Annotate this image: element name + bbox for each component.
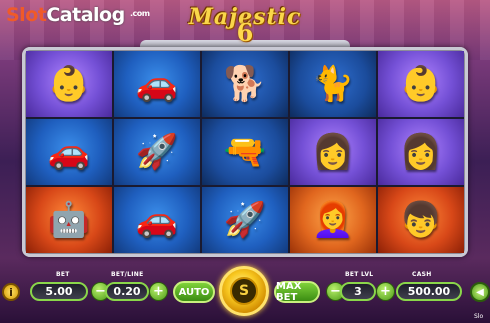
reel-cell-car: 🚗 xyxy=(114,187,200,253)
rocket-icon: 🚀 xyxy=(223,200,267,240)
spin-icon: S xyxy=(230,277,258,305)
robot-dog-icon: 🐕 xyxy=(223,64,267,104)
reel-cell-purple-hair-girl: 👩 xyxy=(378,119,464,185)
red-hair-heroine-icon: 👩‍🦰 xyxy=(311,200,355,240)
rocket-icon: 🚀 xyxy=(135,132,179,172)
reel-cell-car: 🚗 xyxy=(114,51,200,117)
baby-icon: 👶 xyxy=(47,64,91,104)
max-bet-button[interactable]: MAX BET xyxy=(274,281,320,303)
game-logo: Majestic 6 xyxy=(170,2,320,47)
reel-cell-rocket: 🚀 xyxy=(202,187,288,253)
car-icon: 🚗 xyxy=(135,64,179,104)
siamese-cat-icon: 🐈 xyxy=(311,64,355,104)
betline-label: BET/LINE xyxy=(111,271,144,278)
orange-hair-boy-icon: 👦 xyxy=(399,200,443,240)
purple-hair-girl-icon: 👩 xyxy=(399,132,443,172)
auto-button[interactable]: AUTO xyxy=(173,281,215,303)
watermark-part1: Slot xyxy=(6,4,47,26)
betline-value-field: 0.20 xyxy=(105,282,149,301)
betlvl-label: BET LVL xyxy=(345,271,374,278)
watermark: SlotCatalog .com xyxy=(6,4,150,26)
watermark-suffix: .com xyxy=(130,9,150,18)
reel-cell-car: 🚗 xyxy=(26,119,112,185)
reel-cell-purple-hair-girl: 👩 xyxy=(290,119,376,185)
car-icon: 🚗 xyxy=(47,132,91,172)
bet-label: BET xyxy=(56,271,70,278)
purple-hair-girl-icon: 👩 xyxy=(311,132,355,172)
spin-button[interactable]: S xyxy=(219,266,269,316)
reel-cell-ray-gun: 🔫 xyxy=(202,119,288,185)
baby-icon: 👶 xyxy=(399,64,443,104)
watermark-part2: Catalog xyxy=(46,4,125,26)
info-icon[interactable]: i xyxy=(2,283,20,301)
reel-cell-red-hair-heroine: 👩‍🦰 xyxy=(290,187,376,253)
reel-cell-siamese-cat: 🐈 xyxy=(290,51,376,117)
cash-label: CASH xyxy=(412,271,432,278)
reel-cell-orange-hair-boy: 👦 xyxy=(378,187,464,253)
reel-cell-baby: 👶 xyxy=(26,51,112,117)
betlvl-plus-button[interactable]: + xyxy=(376,282,395,301)
logo-number: 6 xyxy=(236,18,254,47)
betlvl-value-field: 3 xyxy=(340,282,376,301)
cash-value-field: 500.00 xyxy=(396,282,462,301)
reel-cell-robot-dog: 🐕 xyxy=(202,51,288,117)
bet-value-field: 5.00 xyxy=(30,282,88,301)
betline-plus-button[interactable]: + xyxy=(149,282,168,301)
car-icon: 🚗 xyxy=(135,200,179,240)
reel-cell-rocket: 🚀 xyxy=(114,119,200,185)
reel-grid: 👶 🚗 🐕 🐈 👶 🚗 🚀 🔫 👩 👩 🤖 🚗 🚀 👩‍🦰 👦 xyxy=(26,51,464,253)
corner-watermark-text: Slo xyxy=(474,313,484,320)
reel-cell-red-robot: 🤖 xyxy=(26,187,112,253)
red-robot-icon: 🤖 xyxy=(47,200,91,240)
ray-gun-icon: 🔫 xyxy=(223,132,267,172)
sound-icon[interactable]: ◀ xyxy=(470,282,490,302)
reel-cell-baby: 👶 xyxy=(378,51,464,117)
